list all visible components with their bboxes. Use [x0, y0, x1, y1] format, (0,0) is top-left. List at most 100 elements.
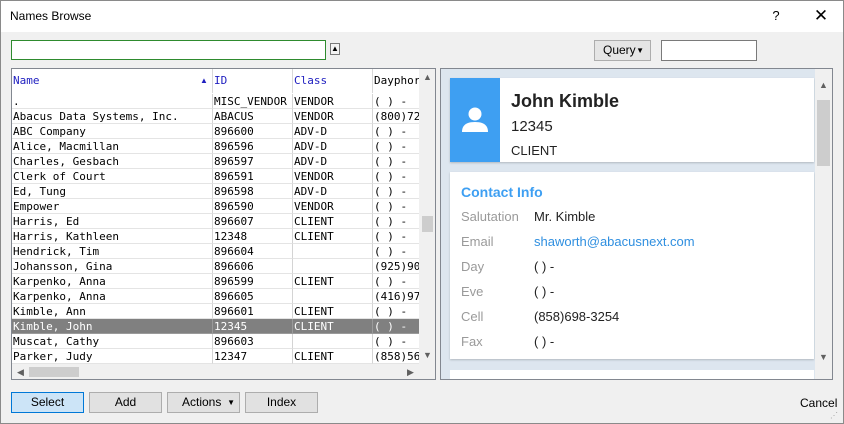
cell-class: ADV-D — [293, 184, 373, 199]
table-row[interactable]: . MISC_VENDOR VENDOR( ) - — [12, 94, 419, 109]
scroll-down-icon[interactable]: ▼ — [815, 349, 832, 366]
table-row[interactable]: Harris, Ed 896607 CLIENT( ) - — [12, 214, 419, 229]
cell-class: VENDOR — [293, 109, 373, 124]
table-row[interactable]: Alice, Macmillan 896596 ADV-D( ) - — [12, 139, 419, 154]
column-header-name[interactable]: Name — [12, 69, 212, 93]
add-button[interactable]: Add — [89, 392, 162, 413]
index-button[interactable]: Index — [245, 392, 318, 413]
cell-name: Parker, Judy — [12, 349, 213, 364]
cell-class: VENDOR — [293, 199, 373, 214]
cell-class: CLIENT — [293, 274, 373, 289]
table-row[interactable]: Clerk of Court 896591 VENDOR( ) - — [12, 169, 419, 184]
cell-class — [293, 259, 373, 274]
table-row[interactable]: Empower 896590 VENDOR( ) - — [12, 199, 419, 214]
table-row[interactable]: ABC Company 896600 ADV-D( ) - — [12, 124, 419, 139]
cell-name: Harris, Kathleen — [12, 229, 213, 244]
cell-dayphone: ( ) - — [373, 334, 419, 349]
grid-vertical-scrollbar[interactable]: ▲ ▼ — [419, 69, 435, 364]
column-header-class[interactable]: Class — [293, 69, 372, 93]
cell-name: Karpenko, Anna — [12, 274, 213, 289]
window-title: Names Browse — [10, 9, 92, 23]
table-row[interactable]: Abacus Data Systems, Inc. ABACUS VENDOR (80… — [12, 109, 419, 124]
scrollbar-thumb[interactable] — [817, 100, 830, 166]
cell-id: 896599 — [213, 274, 293, 289]
cell-dayphone: ( ) - — [373, 139, 419, 154]
cell-name: Kimble, John — [12, 319, 213, 334]
cell-id: 896591 — [213, 169, 293, 184]
field-label: Email — [461, 234, 494, 249]
grid-horizontal-scrollbar[interactable]: ◀ ▶ — [12, 364, 419, 379]
cell-name: ABC Company — [12, 124, 213, 139]
select-button[interactable]: Select — [11, 392, 84, 413]
cell-id: 896605 — [213, 289, 293, 304]
scroll-down-icon[interactable]: ▼ — [419, 347, 435, 364]
cell-id: 896596 — [213, 139, 293, 154]
cancel-button[interactable]: Cancel — [800, 396, 837, 410]
chevron-down-icon: ▼ — [227, 398, 235, 407]
table-row[interactable]: Kimble, John 12345 CLIENT( ) - — [12, 319, 419, 334]
cell-class — [293, 334, 373, 349]
cell-name: Abacus Data Systems, Inc. — [12, 109, 213, 124]
cell-dayphone: (925)90 — [373, 260, 419, 274]
search-input[interactable] — [11, 40, 326, 60]
cell-class: CLIENT — [293, 304, 373, 319]
table-row[interactable]: Charles, Gesbach 896597 ADV-D( ) - — [12, 154, 419, 169]
table-row[interactable]: Kimble, Ann 896601 CLIENT( ) - — [12, 304, 419, 319]
query-dropdown-button[interactable]: Query ▼ — [594, 40, 651, 61]
cell-dayphone: ( ) - — [373, 214, 419, 229]
scrollbar-thumb[interactable] — [29, 367, 79, 377]
table-row[interactable]: Harris, Kathleen 12348 CLIENT( ) - — [12, 229, 419, 244]
title-bar: Names Browse ? ✕ — [1, 1, 843, 32]
field-value: ( ) - — [534, 284, 555, 299]
cell-dayphone: ( ) - — [373, 304, 419, 319]
actions-dropdown-button[interactable]: Actions ▼ — [167, 392, 240, 413]
table-row[interactable]: Muscat, Cathy 896603 ( ) - — [12, 334, 419, 349]
table-row[interactable]: Parker, Judy 12347 CLIENT (858)56 — [12, 349, 419, 364]
column-header-dayphone[interactable]: Dayphor — [373, 69, 423, 93]
actions-button-label: Actions — [182, 395, 222, 409]
table-row[interactable]: Johansson, Gina 896606 (925)90 — [12, 259, 419, 274]
field-value: (858)698-3254 — [534, 309, 620, 324]
scroll-up-icon[interactable]: ▲ — [815, 77, 832, 94]
field-value: ( ) - — [534, 334, 555, 349]
cell-name: Muscat, Cathy — [12, 334, 213, 349]
cell-name: Alice, Macmillan — [12, 139, 213, 154]
cell-dayphone: (858)56 — [373, 350, 419, 364]
email-link[interactable]: shaworth@abacusnext.com — [534, 234, 695, 249]
cell-id: 12348 — [213, 229, 293, 244]
cell-id: 896600 — [213, 124, 293, 139]
scrollbar-thumb[interactable] — [422, 216, 433, 232]
field-label: Fax — [461, 334, 483, 349]
cell-class: ADV-D — [293, 124, 373, 139]
table-row[interactable]: Karpenko, Anna 896605 (416)97 — [12, 289, 419, 304]
help-button[interactable]: ? — [761, 3, 791, 29]
cell-name: Ed, Tung — [12, 184, 213, 199]
query-input[interactable] — [661, 40, 757, 61]
scrollbar-corner — [419, 364, 435, 379]
chevron-down-icon: ▼ — [636, 46, 644, 55]
contact-summary-card: John Kimble 12345 CLIENT — [450, 78, 814, 162]
cell-class: CLIENT — [293, 214, 373, 229]
scroll-right-icon[interactable]: ▶ — [402, 364, 419, 379]
table-row[interactable]: Hendrick, Tim 896604 ( ) - — [12, 244, 419, 259]
cell-name: Johansson, Gina — [12, 259, 213, 274]
scroll-up-icon[interactable]: ▲ — [419, 69, 435, 86]
scroll-left-icon[interactable]: ◀ — [12, 364, 29, 379]
table-row[interactable]: Ed, Tung 896598 ADV-D( ) - — [12, 184, 419, 199]
close-icon[interactable]: ✕ — [806, 3, 836, 29]
resize-grip-icon[interactable]: ⋰ — [830, 411, 838, 420]
cell-name: Harris, Ed — [12, 214, 213, 229]
cell-id: 896607 — [213, 214, 293, 229]
column-header-id[interactable]: ID — [213, 69, 292, 93]
collapse-toggle-button[interactable]: ▲ — [330, 43, 340, 55]
names-grid: Name ▲ ID Class Dayphor . MISC_VENDOR VEND… — [11, 68, 436, 380]
table-row[interactable]: Karpenko, Anna 896599 CLIENT( ) - — [12, 274, 419, 289]
detail-vertical-scrollbar[interactable]: ▲ ▼ — [815, 69, 832, 379]
cell-class: ADV-D — [293, 139, 373, 154]
cell-id: ABACUS — [213, 109, 293, 124]
cell-id: 896598 — [213, 184, 293, 199]
cell-dayphone: (800)72 — [373, 110, 419, 124]
cell-id: 896603 — [213, 334, 293, 349]
cell-dayphone: ( ) - — [373, 124, 419, 139]
cell-id: 12347 — [213, 349, 293, 364]
